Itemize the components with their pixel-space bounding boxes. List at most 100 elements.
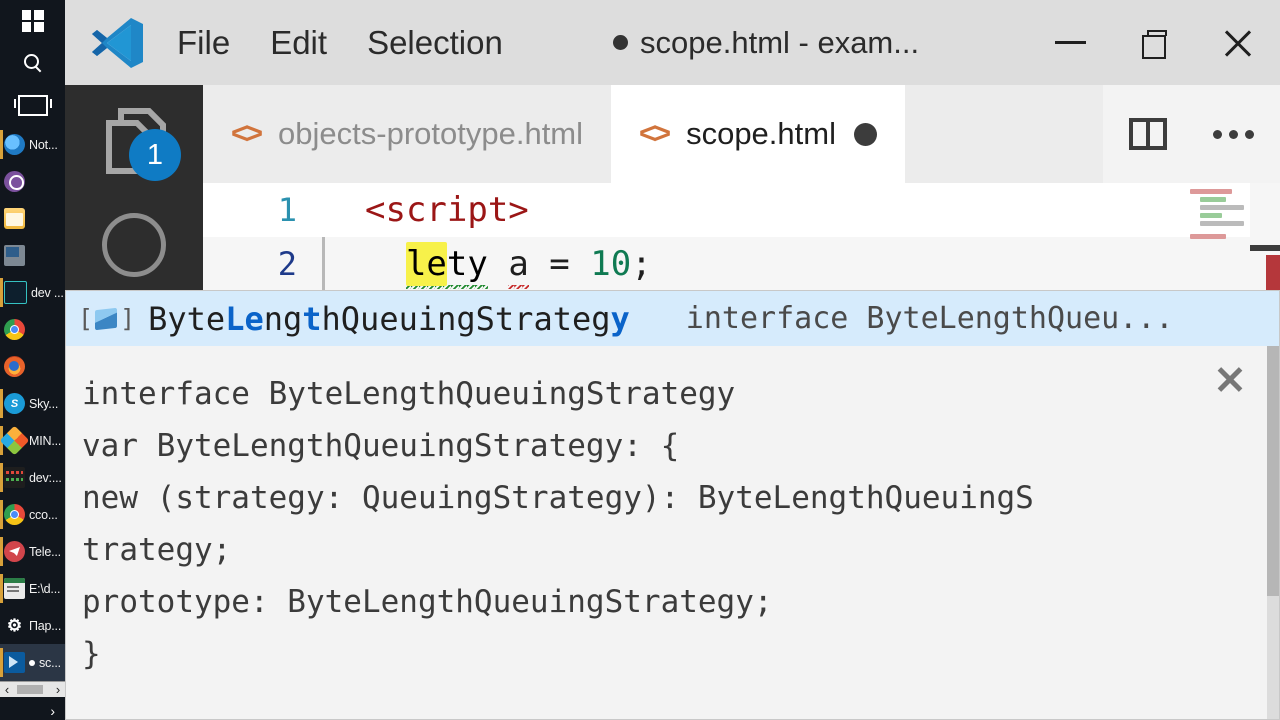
taskbar-item-9[interactable]: dev:... [0, 459, 65, 496]
taskbar-item-10[interactable]: сco... [0, 496, 65, 533]
mint-icon [0, 425, 30, 456]
minimap-line [1200, 205, 1244, 210]
unsaved-dot-icon [29, 659, 35, 666]
firefox-icon [4, 356, 25, 377]
taskbar-item-0[interactable]: Not... [0, 126, 65, 163]
minimize-button[interactable] [1028, 0, 1112, 85]
editor-tab-bar: <> objects-prototype.html <> scope.html [203, 85, 1280, 183]
doc-line: prototype: ByteLengthQueuingStrategy; [82, 584, 773, 620]
taskbar-item-13[interactable]: ⚙ Пар... [0, 607, 65, 644]
scroll-right-icon[interactable]: › [51, 682, 65, 697]
taskbar-item-3[interactable] [0, 237, 65, 274]
explorer-badge: 1 [129, 129, 181, 181]
taskbar-item-8[interactable]: MIN... [0, 422, 65, 459]
editor-actions [1103, 85, 1280, 183]
viber-icon [4, 171, 25, 192]
title-bar: File Edit Selection scope.html - exam... [65, 0, 1280, 85]
skype-icon: S [4, 393, 25, 414]
more-actions-icon[interactable] [1213, 129, 1254, 139]
doc-line: new (strategy: QueuingStrategy): ByteLen… [82, 480, 1034, 516]
taskbar-item-6[interactable] [0, 348, 65, 385]
taskbar-item-label: dev ... [31, 285, 64, 300]
screen: Not... dev ... S Sky... MIN... dev:... сco... T… [0, 0, 1280, 720]
minimap-line [1200, 213, 1222, 218]
chrome-icon [4, 504, 25, 525]
number-literal: 10 [590, 244, 632, 284]
html-file-icon: <> [231, 117, 263, 150]
taskbar-item-label: MIN... [29, 433, 62, 448]
taskbar-item-label: E:\d... [29, 581, 61, 596]
task-view-icon [13, 94, 52, 116]
line-content: lety a = 10; [323, 242, 652, 292]
tab-scope-html[interactable]: <> scope.html [611, 85, 905, 183]
tab-objects-prototype-html[interactable]: <> objects-prototype.html [203, 85, 611, 183]
tray-expand-chevron-icon[interactable]: › [0, 697, 65, 720]
line-content: <script> [365, 190, 529, 230]
search-icon [23, 53, 43, 73]
system-tray: › ✎ ENG 7:32 PM 11/2/2018 [0, 697, 65, 720]
taskbar-item-11[interactable]: Tele... [0, 533, 65, 570]
devtool-icon [4, 467, 25, 488]
window-title-text: scope.html - exam... [640, 24, 920, 60]
menu-bar: File Edit Selection [177, 24, 503, 62]
equals-operator: = [528, 244, 591, 284]
suggestion-detail: interface ByteLengthQueu... [685, 301, 1174, 336]
scrollbar-thumb[interactable] [1267, 346, 1279, 596]
taskbar-item-label: Not... [29, 137, 58, 152]
scroll-left-icon[interactable]: ‹ [0, 682, 14, 697]
minimize-icon [1054, 41, 1086, 44]
menu-file[interactable]: File [177, 24, 230, 62]
taskbar-app-list: Not... dev ... S Sky... MIN... dev:... сco... T… [0, 126, 65, 681]
scroll-thumb[interactable] [17, 685, 43, 694]
webstorm-icon [4, 281, 27, 304]
documentation-scrollbar[interactable] [1267, 346, 1279, 719]
close-icon [1221, 26, 1255, 60]
taskbar-item-1[interactable] [0, 163, 65, 200]
doc-line: trategy; [82, 532, 232, 568]
taskbar-scrollbar[interactable]: ‹ › [0, 681, 65, 697]
doc-line: var ByteLengthQueuingStrategy: { [82, 428, 680, 464]
account-icon [102, 213, 166, 277]
doc-line: } [82, 636, 101, 672]
line-number: 2 [277, 245, 297, 283]
tab-unsaved-dot-icon[interactable] [853, 122, 877, 146]
task-view-button[interactable] [0, 84, 65, 126]
taskbar-item-5[interactable] [0, 311, 65, 348]
remote-desktop-icon [4, 245, 25, 266]
taskbar-item-12[interactable]: E:\d... [0, 570, 65, 607]
suggestion-item-selected[interactable]: [] ByteLengthQueuingStrategy interface B… [66, 291, 1279, 346]
minimap-line [1200, 197, 1226, 202]
close-icon[interactable] [1215, 364, 1245, 394]
menu-selection[interactable]: Selection [367, 24, 503, 62]
maximize-button[interactable] [1112, 0, 1196, 85]
telegram-icon [4, 541, 25, 562]
taskbar-item-14[interactable]: sc... [0, 644, 65, 681]
code-line-1: 1 <script> [203, 183, 1280, 237]
suggestion-label: ByteLengthQueuingStrategy [148, 299, 630, 338]
chrome-icon [4, 319, 25, 340]
interface-icon: [] [78, 304, 135, 333]
activity-explorer-button[interactable]: 1 [65, 85, 203, 195]
restore-icon [1141, 30, 1167, 59]
suggestion-widget[interactable]: [] ByteLengthQueuingStrategy interface B… [65, 290, 1280, 720]
taskbar-item-7[interactable]: S Sky... [0, 385, 65, 422]
menu-edit[interactable]: Edit [270, 24, 327, 62]
close-button[interactable] [1196, 0, 1280, 85]
suggestion-documentation: interface ByteLengthQueuingStrategy var … [66, 346, 1279, 719]
taskbar-item-4[interactable]: dev ... [0, 274, 65, 311]
taskbar-item-2[interactable] [0, 200, 65, 237]
notepadpp-icon [4, 134, 25, 155]
vscode-window: File Edit Selection scope.html - exam... [65, 0, 1280, 720]
activity-account-button[interactable] [65, 195, 203, 295]
taskbar-item-label: сco... [29, 507, 58, 522]
start-button[interactable] [0, 0, 65, 42]
tab-label: objects-prototype.html [278, 116, 584, 151]
minimap-line [1190, 234, 1226, 239]
word-rest: ty [446, 244, 488, 284]
split-editor-icon[interactable] [1129, 118, 1167, 150]
scrollbar-thumb[interactable] [1250, 245, 1280, 251]
window-title: scope.html - exam... [613, 0, 919, 85]
search-button[interactable] [0, 42, 65, 84]
tab-label: scope.html [686, 116, 836, 151]
taskbar-system-icons [0, 0, 65, 126]
